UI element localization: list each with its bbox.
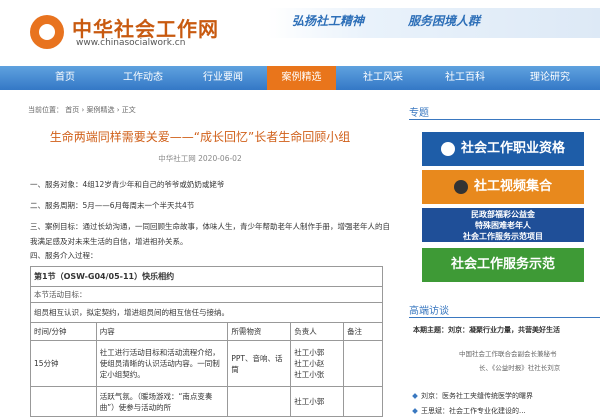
slogan-left: 弘扬社工精神 — [292, 14, 365, 28]
site-url: www.chinasocialwork.cn — [76, 38, 186, 48]
badge-icon — [440, 141, 455, 156]
site-logo-icon[interactable] — [30, 15, 64, 49]
person-name: 社工小张 — [294, 370, 325, 379]
table-row: 活跃气氛。（暖场游戏：“南点变奏曲”）使参与活动的所 社工小郭 — [30, 386, 383, 417]
header-person: 负责人 — [290, 322, 345, 341]
banner-label: 社工视频集合 — [473, 179, 552, 194]
film-reel-icon — [453, 179, 468, 194]
divider — [409, 317, 600, 318]
row-note — [343, 386, 383, 417]
header-materials: 所需物资 — [227, 322, 292, 341]
article-title: 生命两端同样需要关爱——“成长回忆”长者生命回顾小组 — [49, 130, 351, 144]
nav-item-home[interactable]: 首页 — [40, 66, 90, 90]
row-content: 活跃气氛。（暖场游戏：“南点变奏曲”）使参与活动的所 — [95, 386, 229, 417]
sidebar-interview-title: 高端访谈 — [409, 306, 449, 317]
interview-link-label: 刘京：医务社工夹缝传统医学的曙界 — [421, 392, 533, 400]
nav-item-theory[interactable]: 理论研究 — [512, 66, 588, 90]
person-name: 社工小郭 — [294, 397, 325, 406]
row-note — [343, 340, 383, 387]
sidebar-topics-title: 专题 — [409, 108, 429, 119]
person-name: 社工小郭 — [294, 348, 325, 357]
banner-qualification[interactable]: 社会工作职业资格 — [422, 132, 584, 166]
slogan-right: 服务困境人群 — [408, 14, 481, 28]
person-name: 社工小赵 — [294, 359, 325, 368]
breadcrumb[interactable]: 当前位置： 首页 › 案例精选 › 正文 — [28, 105, 136, 115]
row-content: 社工进行活动目标和活动流程介绍，使组员清晰的认识活动内容。一同制定小组契约。 — [95, 340, 229, 387]
paragraph-service-period: 二、服务周期：5月——6月每周末一个半天共4节 — [30, 201, 195, 210]
sidebar: 专题 社会工作职业资格 社工视频集合 民政部福彩公益金 特殊困难老年人 社会工作… — [409, 100, 600, 415]
row-persons: 社工小郭 — [290, 386, 345, 417]
goal-text: 组员相互认识，拟定契约，增进组员间的相互信任与接纳。 — [30, 302, 383, 323]
interview-link-label: 王思斌：社会工作专业化建设的... — [421, 407, 526, 415]
banner-label: 社会工作服务示范 — [450, 257, 555, 272]
banner-service-demo[interactable]: 社会工作服务示范 — [422, 248, 584, 282]
banner-line: 社会工作服务示范项目 — [463, 232, 543, 241]
divider — [409, 119, 600, 120]
article-meta: 中华社工网 2020-06-02 — [158, 154, 242, 163]
bullet-icon — [412, 393, 418, 399]
main-nav: 首页 工作动态 行业要闻 案例精选 社工风采 社工百科 理论研究 — [0, 66, 600, 90]
interview-topic-link[interactable]: 本期主题：刘京：凝聚行业力量，共营美好生活 — [413, 325, 560, 335]
row-time: 15分钟 — [30, 340, 97, 387]
interview-desc: 中国社会工作联合会副会长兼秘书 — [459, 350, 557, 358]
table-row: 15分钟 社工进行活动目标和活动流程介绍，使组员清晰的认识活动内容。一同制定小组… — [30, 340, 383, 387]
row-materials — [227, 386, 292, 417]
row-materials: PPT、音响、话筒 — [227, 340, 292, 387]
activity-table: 第1节（OSW-G04/05-11）快乐相约 本节活动目标： 组员相互认识，拟定… — [30, 266, 383, 417]
nav-item-work-news[interactable]: 工作动态 — [110, 66, 176, 90]
row-time — [30, 386, 97, 417]
nav-item-industry-news[interactable]: 行业要闻 — [190, 66, 256, 90]
header-note: 备注 — [343, 322, 383, 341]
banner-label: 社会工作职业资格 — [460, 141, 565, 156]
paragraph-service-target: 一、服务对象：4组12岁青少年和自己的爷爷或奶奶或姥爷 — [30, 180, 225, 189]
banner-demonstration-project[interactable]: 民政部福彩公益金 特殊困难老年人 社会工作服务示范项目 — [422, 208, 584, 242]
header-content: 内容 — [95, 322, 229, 341]
row-persons: 社工小郭 社工小赵 社工小张 — [290, 340, 345, 387]
paragraph-intervention: 四、服务介入过程： — [30, 251, 98, 260]
banner-line: 特殊困难老年人 — [475, 221, 531, 230]
bullet-icon — [412, 408, 418, 414]
interview-link[interactable]: 刘京：医务社工夹缝传统医学的曙界 — [412, 391, 533, 401]
nav-item-cases[interactable]: 案例精选 — [267, 66, 336, 90]
nav-item-encyclopedia[interactable]: 社工百科 — [432, 66, 498, 90]
site-header: 中华社会工作网 www.chinasocialwork.cn 弘扬社工精神 服务… — [0, 0, 600, 62]
banner-videos[interactable]: 社工视频集合 — [422, 170, 584, 204]
banner-line: 民政部福彩公益金 — [471, 210, 535, 219]
paragraph-case-goal: 三、案例目标：通过长幼沟通，一同回顾生命故事，体味人生，青少年帮助老年人制作手册… — [30, 222, 390, 246]
interview-desc: 长、《公益时报》社社长刘京 — [479, 364, 561, 372]
nav-item-social-worker-style[interactable]: 社工风采 — [350, 66, 416, 90]
session-header: 第1节（OSW-G04/05-11）快乐相约 — [30, 266, 383, 287]
header-time: 时间/分钟 — [30, 322, 97, 341]
goal-label: 本节活动目标： — [30, 286, 383, 303]
